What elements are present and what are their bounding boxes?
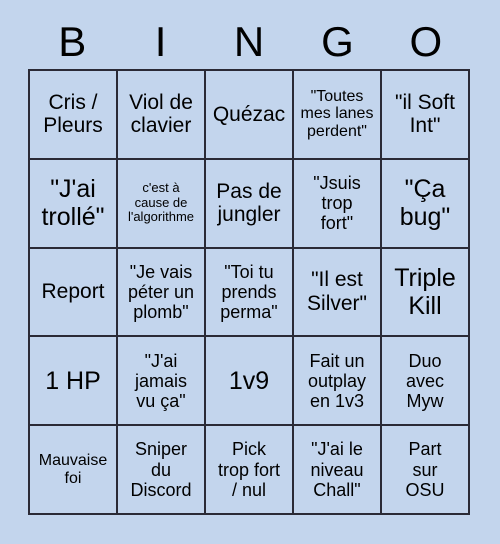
bingo-cell-label: Pick trop fort / nul xyxy=(217,439,281,500)
bingo-cell-label: "Je vais péter un plomb" xyxy=(127,261,195,323)
bingo-cell[interactable]: Sniper du Discord xyxy=(118,426,206,515)
bingo-cell[interactable]: "Toi tu prends perma" xyxy=(206,248,294,338)
bingo-card: B I N G O Cris / Pleurs Viol de clavier Qu… xyxy=(0,0,500,544)
bingo-header-letter-n: N xyxy=(233,17,265,65)
bingo-cell[interactable]: Duo avec Myw xyxy=(382,337,470,427)
bingo-cell-label: 1v9 xyxy=(228,366,270,395)
bingo-cell-label: 1 HP xyxy=(45,366,101,395)
bingo-cell-label: Viol de clavier xyxy=(129,90,193,138)
bingo-cell-label: Mauvaise foi xyxy=(38,451,108,487)
bingo-cell[interactable]: "il Soft Int" xyxy=(382,71,470,160)
bingo-cell-label: "J'ai trollé" xyxy=(41,175,105,232)
bingo-cell[interactable]: c'est à cause de l'algorithme xyxy=(118,159,206,249)
bingo-cell[interactable]: Cris / Pleurs xyxy=(30,71,118,160)
bingo-cell-label: Cris / Pleurs xyxy=(43,90,103,138)
bingo-cell[interactable]: "Jsuis trop fort" xyxy=(294,159,382,249)
bingo-cell[interactable]: Triple Kill xyxy=(382,248,470,338)
bingo-cell[interactable]: "J'ai jamais vu ça" xyxy=(118,337,206,427)
bingo-cell-label: Report xyxy=(41,280,105,304)
bingo-cell-label: "J'ai le niveau Chall" xyxy=(310,439,364,500)
bingo-header-letter-o: O xyxy=(409,17,443,65)
bingo-cell[interactable]: 1 HP xyxy=(30,337,118,427)
bingo-header-letter-g: G xyxy=(321,17,354,65)
bingo-cell-label: Pas de jungler xyxy=(216,179,282,227)
bingo-cell[interactable]: "J'ai trollé" xyxy=(30,159,118,249)
bingo-cell[interactable]: 1v9 xyxy=(206,337,294,427)
bingo-cell[interactable]: "Il est Silver" xyxy=(294,248,382,338)
bingo-cell-label: "Ça bug" xyxy=(399,175,451,232)
bingo-cell-label: "il Soft Int" xyxy=(395,90,455,138)
bingo-cell[interactable]: Part sur OSU xyxy=(382,426,470,515)
bingo-cell[interactable]: Report xyxy=(30,248,118,338)
bingo-cell-label: c'est à cause de l'algorithme xyxy=(127,180,195,225)
bingo-cell-label: "Toutes mes lanes perdent" xyxy=(300,87,374,141)
bingo-cell[interactable]: "J'ai le niveau Chall" xyxy=(294,426,382,515)
bingo-cell-label: "Il est Silver" xyxy=(307,268,367,315)
bingo-cell-label: Sniper du Discord xyxy=(130,439,192,500)
bingo-cell-label: Duo avec Myw xyxy=(405,350,445,411)
bingo-cell[interactable]: Pick trop fort / nul xyxy=(206,426,294,515)
bingo-cell-label: "Toi tu prends perma" xyxy=(220,261,278,323)
bingo-cell[interactable]: "Ça bug" xyxy=(382,159,470,249)
bingo-cell-label: Fait un outplay en 1v3 xyxy=(307,350,367,411)
bingo-cell-label: "J'ai jamais vu ça" xyxy=(134,350,187,411)
bingo-cell-label: "Jsuis trop fort" xyxy=(313,172,361,234)
bingo-cell-label: Triple Kill xyxy=(394,263,456,320)
bingo-header-row: B I N G O xyxy=(28,14,470,69)
bingo-header-letter-i: I xyxy=(154,17,167,65)
bingo-grid: Cris / Pleurs Viol de clavier Quézac "Toute… xyxy=(28,69,470,515)
bingo-cell[interactable]: "Toutes mes lanes perdent" xyxy=(294,71,382,160)
bingo-cell[interactable]: "Je vais péter un plomb" xyxy=(118,248,206,338)
bingo-cell-label: Quézac xyxy=(212,102,286,126)
bingo-cell[interactable]: Viol de clavier xyxy=(118,71,206,160)
bingo-cell[interactable]: Mauvaise foi xyxy=(30,426,118,515)
bingo-cell[interactable]: Pas de jungler xyxy=(206,159,294,249)
bingo-cell[interactable]: Fait un outplay en 1v3 xyxy=(294,337,382,427)
bingo-header-letter-b: B xyxy=(58,17,87,65)
bingo-cell-label: Part sur OSU xyxy=(405,439,445,500)
bingo-cell[interactable]: Quézac xyxy=(206,71,294,160)
